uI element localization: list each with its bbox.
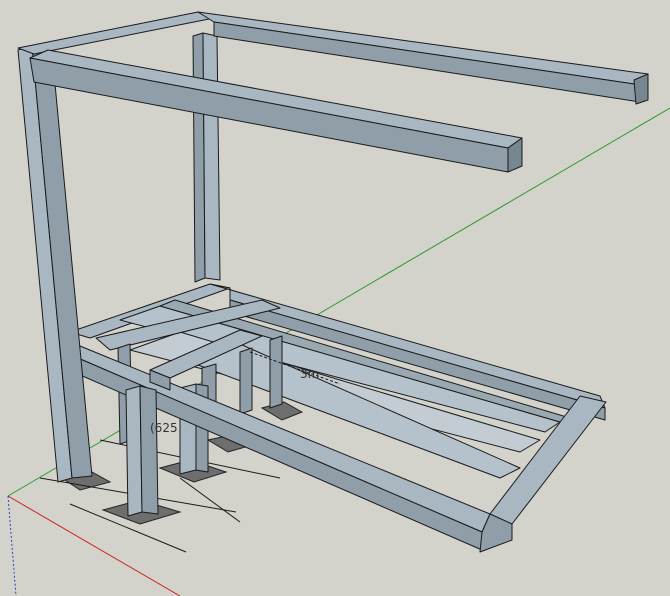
base-plate [260, 401, 304, 421]
dimension-label-center: 3m [300, 367, 319, 381]
top-frame [17, 11, 649, 173]
blue-axis [7, 495, 17, 596]
rear-posts [192, 32, 221, 283]
model-canvas[interactable]: 3m (625 [0, 0, 670, 596]
main-post [17, 45, 93, 483]
sketchup-viewport[interactable]: 3m (625 [0, 0, 670, 596]
front-legs [125, 385, 159, 517]
dimension-label-left: (625 [150, 421, 178, 435]
